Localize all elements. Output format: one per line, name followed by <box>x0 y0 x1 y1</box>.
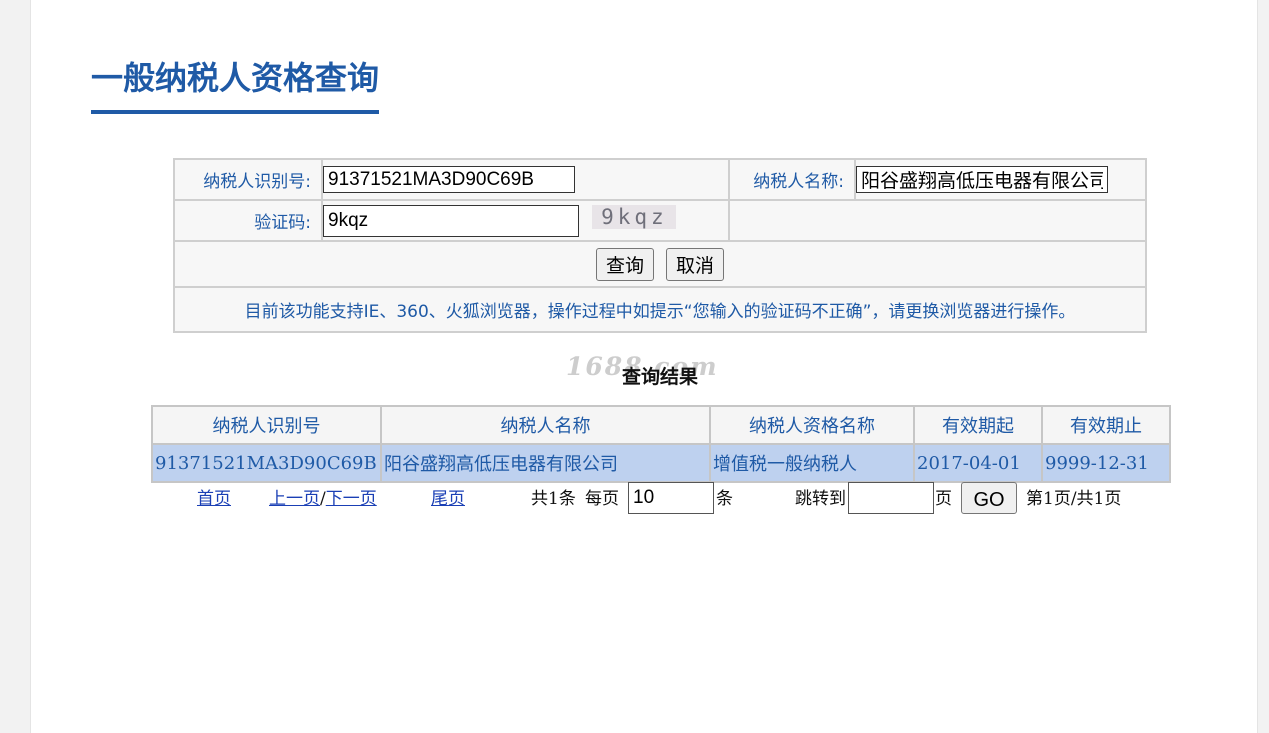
per-page-unit: 条 <box>716 489 733 509</box>
cell-taxpayer-id: 91371521MA3D90C69B <box>151 443 382 483</box>
per-page-label: 每页 <box>585 489 619 509</box>
query-form: 纳税人识别号: 纳税人名称: 验证码: 9kqz 查询取消 目前该功能支持IE、… <box>173 158 1147 333</box>
col-taxpayer-name: 纳税人名称 <box>380 405 711 445</box>
next-page-link[interactable]: 下一页 <box>326 489 377 509</box>
cell-valid-from: 2017-04-01 <box>913 443 1043 483</box>
result-header-row: 纳税人识别号 纳税人名称 纳税人资格名称 有效期起 有效期止 <box>151 405 1171 445</box>
taxpayer-name-input[interactable] <box>856 166 1108 193</box>
col-valid-to: 有效期止 <box>1041 405 1171 445</box>
total-count: 共1条 <box>531 489 576 509</box>
page-container: 一般纳税人资格查询 纳税人识别号: 纳税人名称: 验证码: 9kqz 查询取消 <box>30 0 1258 733</box>
table-row: 91371521MA3D90C69B 阳谷盛翔高低压电器有限公司 增值税一般纳税… <box>151 443 1171 483</box>
result-heading: 1688.com 查询结果 <box>566 352 726 388</box>
empty-cell <box>728 199 1147 242</box>
page-title: 一般纳税人资格查询 <box>91 58 380 114</box>
prev-page-link[interactable]: 上一页 <box>269 489 320 509</box>
cancel-button[interactable]: 取消 <box>666 247 725 281</box>
jump-page-input[interactable] <box>848 482 934 514</box>
pagination: 首页 上一页/下一页 尾页 共1条 每页 条 跳转到 页 GO 第1页/共1页 <box>151 482 1171 516</box>
page-info: 第1页/共1页 <box>1026 489 1122 509</box>
last-page-link[interactable]: 尾页 <box>431 482 465 516</box>
captcha-cell: 9kqz <box>321 199 730 242</box>
taxpayer-name-label: 纳税人名称: <box>728 158 856 201</box>
prev-next-group: 上一页/下一页 <box>269 482 377 516</box>
cell-valid-to: 9999-12-31 <box>1041 443 1171 483</box>
cell-taxpayer-name: 阳谷盛翔高低压电器有限公司 <box>380 443 711 483</box>
taxpayer-id-input[interactable] <box>323 166 575 193</box>
query-button[interactable]: 查询 <box>595 247 654 281</box>
go-button[interactable]: GO <box>961 482 1017 514</box>
col-qualification: 纳税人资格名称 <box>709 405 915 445</box>
taxpayer-id-label: 纳税人识别号: <box>173 158 323 201</box>
cell-qualification: 增值税一般纳税人 <box>709 443 915 483</box>
result-title: 查询结果 <box>622 366 699 388</box>
taxpayer-id-cell <box>321 158 730 201</box>
captcha-input[interactable] <box>323 204 579 237</box>
captcha-image[interactable]: 9kqz <box>592 204 677 229</box>
browser-notice: 目前该功能支持IE、360、火狐浏览器，操作过程中如提示“您输入的验证码不正确”… <box>173 286 1147 333</box>
captcha-label: 验证码: <box>173 199 323 242</box>
first-page-link[interactable]: 首页 <box>197 482 231 516</box>
page-unit: 页 <box>935 489 952 509</box>
col-taxpayer-id: 纳税人识别号 <box>151 405 382 445</box>
result-table: 纳税人识别号 纳税人名称 纳税人资格名称 有效期起 有效期止 91371521M… <box>151 405 1171 483</box>
taxpayer-name-cell <box>854 158 1147 201</box>
jump-label: 跳转到 <box>795 489 846 509</box>
button-row: 查询 取消 <box>173 240 1147 288</box>
per-page-input[interactable] <box>628 482 714 514</box>
col-valid-from: 有效期起 <box>913 405 1043 445</box>
